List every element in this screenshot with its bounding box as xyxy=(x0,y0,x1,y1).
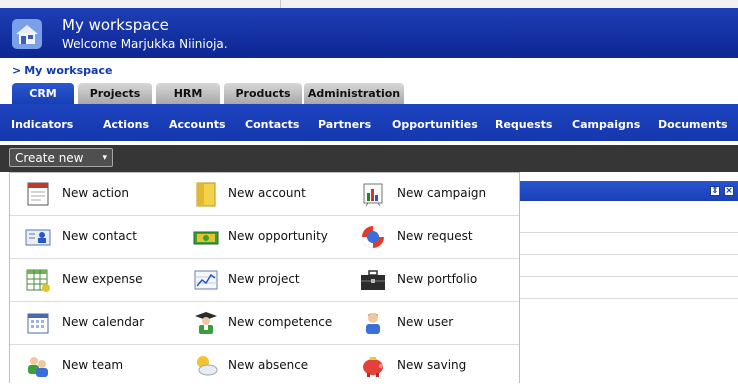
portlet-row-divider xyxy=(520,298,738,299)
contact-card-icon xyxy=(25,229,51,246)
tab-administration[interactable]: Administration xyxy=(304,83,404,104)
chevron-down-icon: ▾ xyxy=(102,153,107,163)
menu-label: New user xyxy=(397,315,454,329)
menu-label: New opportunity xyxy=(228,229,328,243)
create-new-label: Create new xyxy=(15,151,84,165)
breadcrumb: > My workspace xyxy=(12,64,112,77)
menu-item-new-opportunity[interactable]: New opportunity xyxy=(193,216,353,258)
menu-label: New portfolio xyxy=(397,272,478,286)
menu-item-new-account[interactable]: New account xyxy=(193,173,353,215)
subnav-partners[interactable]: Partners xyxy=(318,118,371,131)
tab-projects[interactable]: Projects xyxy=(78,83,152,104)
menu-label: New account xyxy=(228,186,306,200)
calendar-grid-icon xyxy=(27,313,49,334)
user-icon xyxy=(366,313,380,334)
tab-products[interactable]: Products xyxy=(224,83,302,104)
team-icon xyxy=(28,357,48,377)
menu-item-new-contact[interactable]: New contact xyxy=(25,216,175,258)
menu-item-new-user[interactable]: New user xyxy=(360,302,515,344)
menu-label: New team xyxy=(62,358,124,372)
menu-label: New action xyxy=(62,186,129,200)
breadcrumb-separator: > xyxy=(12,64,22,77)
menu-item-new-request[interactable]: New request xyxy=(360,216,515,258)
crm-subnav: Indicators Actions Accounts Contacts Par… xyxy=(0,104,738,141)
menu-item-new-portfolio[interactable]: New portfolio xyxy=(360,259,515,301)
menu-item-new-action[interactable]: New action xyxy=(25,173,175,215)
menu-label: New campaign xyxy=(397,186,487,200)
bar-chart-icon xyxy=(363,183,383,207)
graduate-icon xyxy=(195,312,217,334)
create-new-button[interactable]: Create new ▾ xyxy=(9,148,113,167)
menu-item-new-calendar[interactable]: New calendar xyxy=(25,302,175,344)
create-new-menu: New action New account New campaign New … xyxy=(9,172,520,383)
menu-item-new-expense[interactable]: New expense xyxy=(25,259,175,301)
menu-label: New expense xyxy=(62,272,143,286)
breadcrumb-link[interactable]: My workspace xyxy=(24,64,112,77)
expand-icon[interactable]: ⇕ xyxy=(710,186,720,196)
menu-row: New expense New project New portfolio xyxy=(10,259,519,301)
menu-item-new-project[interactable]: New project xyxy=(193,259,353,301)
lifebuoy-icon xyxy=(362,226,384,248)
subnav-actions[interactable]: Actions xyxy=(103,118,149,131)
subnav-campaigns[interactable]: Campaigns xyxy=(572,118,640,131)
menu-label: New contact xyxy=(62,229,137,243)
workspace-header: My workspace Welcome Marjukka Niinioja. xyxy=(0,8,738,58)
calendar-page-icon xyxy=(27,182,49,206)
subnav-opportunities[interactable]: Opportunities xyxy=(392,118,478,131)
menu-row: New team New absence New saving xyxy=(10,345,519,387)
welcome-text: Welcome Marjukka Niinioja. xyxy=(62,37,228,51)
portlet-row-divider xyxy=(520,232,738,233)
menu-item-new-campaign[interactable]: New campaign xyxy=(360,173,515,215)
weather-icon xyxy=(197,356,218,376)
close-icon[interactable]: × xyxy=(724,186,734,196)
folder-icon xyxy=(196,182,216,207)
house-icon xyxy=(12,19,42,49)
tab-crm[interactable]: CRM xyxy=(12,83,74,104)
menu-label: New calendar xyxy=(62,315,145,329)
portlet-header: ⇕ × xyxy=(520,181,738,201)
menu-row: New calendar New competence New user xyxy=(10,302,519,344)
line-chart-icon xyxy=(194,270,218,290)
briefcase-icon xyxy=(361,270,385,290)
menu-label: New absence xyxy=(228,358,309,372)
piggy-bank-icon xyxy=(363,357,383,377)
menu-label: New request xyxy=(397,229,473,243)
subnav-accounts[interactable]: Accounts xyxy=(169,118,226,131)
menu-item-new-competence[interactable]: New competence xyxy=(193,302,353,344)
menu-item-new-saving[interactable]: New saving xyxy=(360,345,515,387)
menu-label: New competence xyxy=(228,315,333,329)
portlet-row-divider xyxy=(520,276,738,277)
spreadsheet-icon xyxy=(26,269,50,292)
menu-row: New action New account New campaign xyxy=(10,173,519,215)
workspace-title: My workspace xyxy=(62,16,169,34)
menu-item-new-team[interactable]: New team xyxy=(25,345,175,387)
subnav-contacts[interactable]: Contacts xyxy=(245,118,299,131)
tab-hrm[interactable]: HRM xyxy=(156,83,220,104)
menu-label: New saving xyxy=(397,358,467,372)
money-icon xyxy=(193,231,219,245)
subnav-indicators[interactable]: Indicators xyxy=(11,118,73,131)
subnav-requests[interactable]: Requests xyxy=(495,118,552,131)
menu-row: New contact New opportunity New request xyxy=(10,216,519,258)
menu-label: New project xyxy=(228,272,300,286)
menu-item-new-absence[interactable]: New absence xyxy=(193,345,353,387)
portlet-row-divider xyxy=(520,254,738,255)
subnav-documents[interactable]: Documents xyxy=(658,118,728,131)
toolbar: Create new ▾ xyxy=(0,145,738,172)
